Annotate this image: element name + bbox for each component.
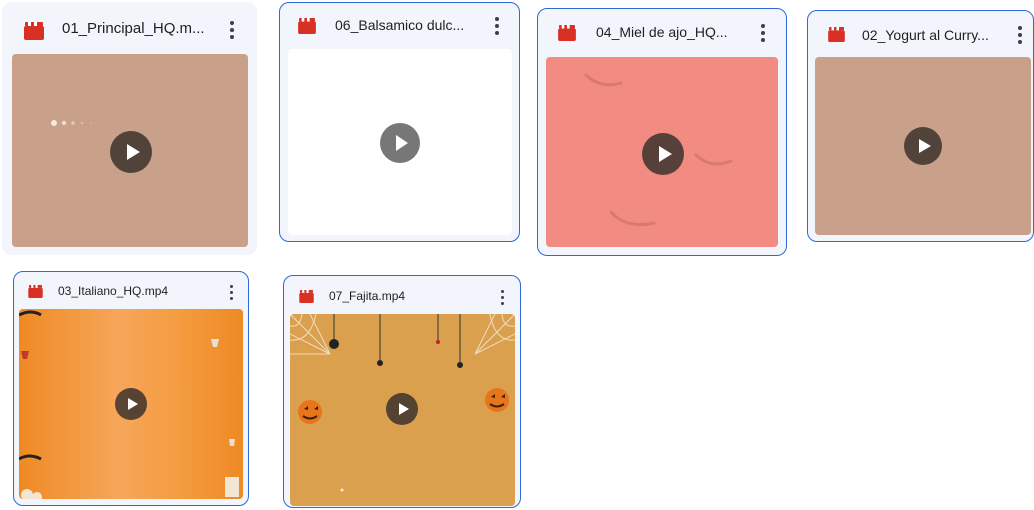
- video-file-icon: [28, 285, 43, 298]
- file-name: 07_Fajita.mp4: [329, 289, 406, 303]
- video-thumbnail[interactable]: [815, 57, 1031, 235]
- more-options-button[interactable]: [487, 14, 507, 38]
- play-button[interactable]: [110, 131, 152, 173]
- file-card-06-balsamico[interactable]: 06_Balsamico dulc...: [279, 2, 520, 242]
- file-name: 02_Yogurt al Curry...: [862, 27, 989, 43]
- play-button[interactable]: [386, 393, 418, 425]
- play-icon: [919, 139, 931, 153]
- more-options-button[interactable]: [1010, 23, 1030, 47]
- file-card-02-yogurt-al-curry[interactable]: 02_Yogurt al Curry...: [807, 10, 1034, 242]
- file-card-07-fajita[interactable]: 07_Fajita.mp4: [283, 275, 521, 508]
- video-thumbnail[interactable]: [290, 314, 515, 506]
- file-card-01-principal[interactable]: 01_Principal_HQ.m...: [2, 2, 257, 255]
- video-thumbnail[interactable]: [12, 54, 248, 247]
- more-options-button[interactable]: [492, 285, 512, 309]
- more-options-button[interactable]: [221, 280, 241, 304]
- play-button[interactable]: [904, 127, 942, 165]
- play-icon: [396, 135, 408, 151]
- video-file-icon: [558, 25, 576, 41]
- file-card-03-italiano[interactable]: 03_Italiano_HQ.mp4: [13, 271, 249, 506]
- play-button[interactable]: [380, 123, 420, 163]
- file-name: 01_Principal_HQ.m...: [62, 20, 205, 37]
- more-options-button[interactable]: [753, 21, 773, 45]
- video-file-icon: [298, 18, 316, 34]
- play-button[interactable]: [115, 388, 147, 420]
- play-icon: [398, 403, 409, 415]
- play-icon: [127, 398, 138, 410]
- file-name: 03_Italiano_HQ.mp4: [58, 284, 169, 298]
- video-thumbnail[interactable]: [19, 309, 243, 499]
- play-icon: [126, 144, 140, 160]
- file-card-04-miel-de-ajo[interactable]: 04_Miel de ajo_HQ...: [537, 8, 787, 256]
- video-file-icon: [24, 22, 44, 40]
- sparkle-dots-decoration: [51, 120, 92, 126]
- file-name: 04_Miel de ajo_HQ...: [596, 24, 728, 40]
- play-button[interactable]: [642, 133, 684, 175]
- video-file-icon: [299, 290, 314, 303]
- video-thumbnail[interactable]: [546, 57, 778, 247]
- file-name: 06_Balsamico dulc...: [335, 17, 465, 33]
- play-icon: [658, 146, 672, 162]
- video-file-icon: [828, 27, 845, 42]
- more-options-button[interactable]: [222, 18, 242, 42]
- video-thumbnail[interactable]: [288, 49, 512, 235]
